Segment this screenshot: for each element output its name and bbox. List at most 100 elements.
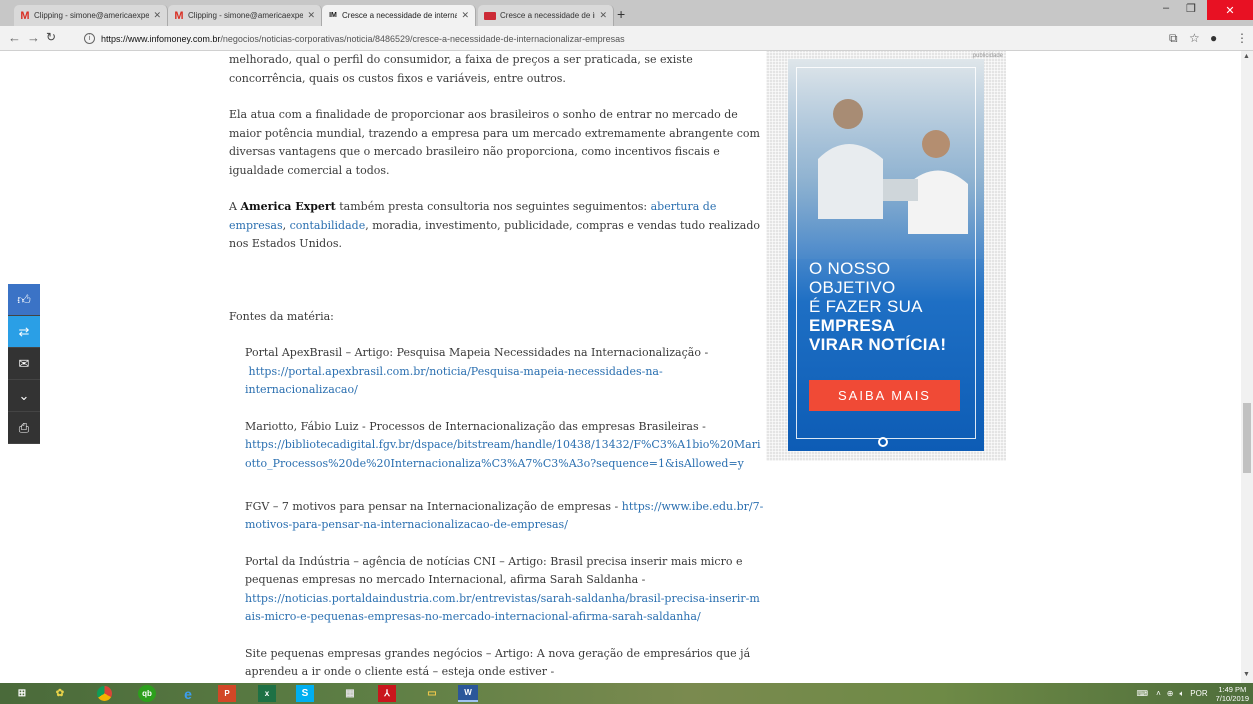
source-item: Portal da Indústria – agência de notícia… <box>229 553 764 627</box>
retweet-icon: ⇄ <box>18 323 30 339</box>
scroll-down-icon[interactable]: ▼ <box>1243 671 1250 678</box>
tab-close-icon[interactable]: ✕ <box>599 10 607 21</box>
thumbs-up-icon: 👍︎ <box>17 291 31 307</box>
window-close-button[interactable]: ✕ <box>1207 0 1253 20</box>
volume-icon[interactable]: 🔈︎ <box>1179 689 1184 699</box>
saiba-mais-button[interactable]: SAIBA MAIS <box>809 380 960 411</box>
info-icon[interactable]: i <box>84 33 95 44</box>
browser-toolbar: ← → ↻ i https://www.infomoney.com.br/neg… <box>0 26 1253 51</box>
minimize-icon[interactable]: – <box>1163 2 1169 14</box>
ad-logo-icon <box>878 437 888 447</box>
quickbooks-icon[interactable]: qb <box>138 685 156 702</box>
more-share-button[interactable]: ⌄ <box>8 380 40 412</box>
chevron-up-icon[interactable]: ˄ <box>1156 689 1161 698</box>
source-text: Mariotto, Fábio Luiz - Processos de Inte… <box>245 419 706 433</box>
tab-title: Cresce a necessidade de internac <box>500 11 595 20</box>
menu-dots-icon[interactable]: ⋮ <box>1236 31 1248 45</box>
like-button[interactable]: 👍︎ <box>8 284 40 316</box>
acrobat-icon[interactable]: ⅄ <box>378 685 396 702</box>
advertisement: publicidade O NOSSO OBJETIVO É FAZER SUA… <box>766 51 1006 461</box>
clock-time: 1:49 PM <box>1218 684 1247 694</box>
word-icon[interactable]: W <box>458 685 478 702</box>
excel-icon[interactable]: x <box>258 685 276 702</box>
source-item: Mariotto, Fábio Luiz - Processos de Inte… <box>229 418 764 480</box>
windows-taskbar: ⊞ ✿ qb e P x S ▦ ⅄ ▭ W ⌨ ˄ ⊕ 🔈︎ POR 1:49… <box>0 683 1253 704</box>
source-text: Portal da Indústria – agência de notícia… <box>245 554 743 587</box>
tab-infomoney-article[interactable]: IM Cresce a necessidade de internac ✕ <box>322 5 476 26</box>
ad-line: OBJETIVO <box>809 278 896 297</box>
article-body: melhorado, qual o perfil do consumidor, … <box>229 51 764 683</box>
tab-title: Clipping - simone@americaexpe <box>34 11 150 20</box>
gmail-icon: M <box>20 9 30 22</box>
text: também presta consultoria nos seguintes … <box>335 200 651 213</box>
tab-close-icon[interactable]: ✕ <box>307 10 315 21</box>
browser-tab-strip: M Clipping - simone@americaexpe ✕ M Clip… <box>0 0 1253 26</box>
url-path: /negocios/noticias-corporativas/noticia/… <box>220 33 625 44</box>
source-item: Site pequenas empresas grandes negócios … <box>245 646 751 679</box>
file-explorer-icon[interactable]: ▭ <box>420 685 444 702</box>
ad-line: É FAZER SUA <box>809 297 923 316</box>
profile-avatar-icon[interactable]: ● <box>1210 31 1217 45</box>
source-item: Portal ApexBrasil – Artigo: Pesquisa Map… <box>229 344 764 400</box>
infomoney-icon: IM <box>329 12 337 19</box>
paragraph: A America Expert também presta consultor… <box>229 198 764 254</box>
windows-start-icon[interactable]: ⊞ <box>10 685 34 702</box>
printer-icon: ⎙ <box>18 419 30 435</box>
maximize-icon[interactable]: ❐ <box>1186 2 1196 15</box>
clock-date: 7/10/2019 <box>1215 693 1249 703</box>
back-arrow-icon[interactable]: ← <box>8 30 21 45</box>
keyboard-icon[interactable]: ⌨ <box>1137 689 1149 698</box>
internet-explorer-icon[interactable]: e <box>176 685 200 702</box>
ad-line: EMPRESA <box>809 316 896 335</box>
tab-title: Cresce a necessidade de internac <box>342 11 458 20</box>
paragraph: Ela atua com a finalidade de proporciona… <box>229 108 760 177</box>
text: A <box>229 200 241 213</box>
tab-close-icon[interactable]: ✕ <box>461 10 469 21</box>
url-host: https://www.infomoney.com.br <box>101 33 221 44</box>
ad-line: VIRAR NOTÍCIA! <box>809 335 947 354</box>
paragraph: melhorado, qual o perfil do consumidor, … <box>229 53 693 85</box>
ad-banner[interactable]: O NOSSO OBJETIVO É FAZER SUA EMPRESA VIR… <box>788 59 984 451</box>
network-icon[interactable]: ⊕ <box>1167 689 1174 698</box>
page-scrollbar[interactable]: ▲ ▼ <box>1241 51 1253 683</box>
print-button[interactable]: ⎙ <box>8 412 40 444</box>
source-text: FGV – 7 motivos para pensar na Internaci… <box>245 499 622 513</box>
photos-app-icon[interactable]: ✿ <box>48 685 72 702</box>
bookmark-star-icon[interactable]: ☆ <box>1189 31 1200 45</box>
forward-arrow-icon[interactable]: → <box>27 30 40 45</box>
scrollbar-thumb[interactable] <box>1243 403 1251 473</box>
scroll-up-icon[interactable]: ▲ <box>1243 53 1250 60</box>
address-bar[interactable]: i https://www.infomoney.com.br/negocios/… <box>84 29 625 48</box>
skype-icon[interactable]: S <box>296 685 314 702</box>
source-text: Portal ApexBrasil – Artigo: Pesquisa Map… <box>245 346 709 359</box>
email-share-button[interactable]: ✉ <box>8 348 40 380</box>
source-link[interactable]: https://bibliotecadigital.fgv.br/dspace/… <box>245 436 764 473</box>
ad-headline: O NOSSO OBJETIVO É FAZER SUA EMPRESA VIR… <box>809 259 946 354</box>
reload-icon[interactable]: ↻ <box>46 30 56 44</box>
tab-article-copy[interactable]: Cresce a necessidade de internac ✕ <box>478 5 614 26</box>
tab-clipping-2[interactable]: M Clipping - simone@americaexpe ✕ <box>168 5 322 26</box>
calculator-icon[interactable]: ▦ <box>338 685 362 702</box>
tab-close-icon[interactable]: ✕ <box>153 10 161 21</box>
brand-name: America Expert <box>240 200 336 213</box>
tab-clipping-1[interactable]: M Clipping - simone@americaexpe ✕ <box>14 5 168 26</box>
red-square-icon <box>484 11 496 20</box>
source-link[interactable]: https://portal.apexbrasil.com.br/noticia… <box>245 365 663 397</box>
link-contabilidade[interactable]: contabilidade <box>290 219 366 232</box>
source-link[interactable]: https://noticias.portaldaindustria.com.b… <box>245 592 760 624</box>
web-page: melhorado, qual o perfil do consumidor, … <box>0 51 1253 683</box>
clock[interactable]: 1:49 PM 7/10/2019 <box>1216 685 1249 703</box>
new-tab-button[interactable]: + <box>617 6 625 22</box>
retweet-button[interactable]: ⇄ <box>8 316 40 348</box>
source-item: FGV – 7 motivos para pensar na Internaci… <box>229 498 764 535</box>
chevron-down-icon: ⌄ <box>18 387 30 403</box>
tab-title: Clipping - simone@americaexpe <box>188 11 304 20</box>
ad-line: O NOSSO <box>809 259 891 278</box>
share-bar: 👍︎ ⇄ ✉ ⌄ ⎙ <box>8 284 40 444</box>
translate-icon[interactable]: ⧉ <box>1169 31 1178 46</box>
text: , <box>282 218 290 232</box>
language-indicator[interactable]: POR <box>1190 689 1207 698</box>
chrome-icon[interactable] <box>92 685 116 702</box>
envelope-icon: ✉ <box>18 355 30 371</box>
powerpoint-icon[interactable]: P <box>218 685 236 702</box>
